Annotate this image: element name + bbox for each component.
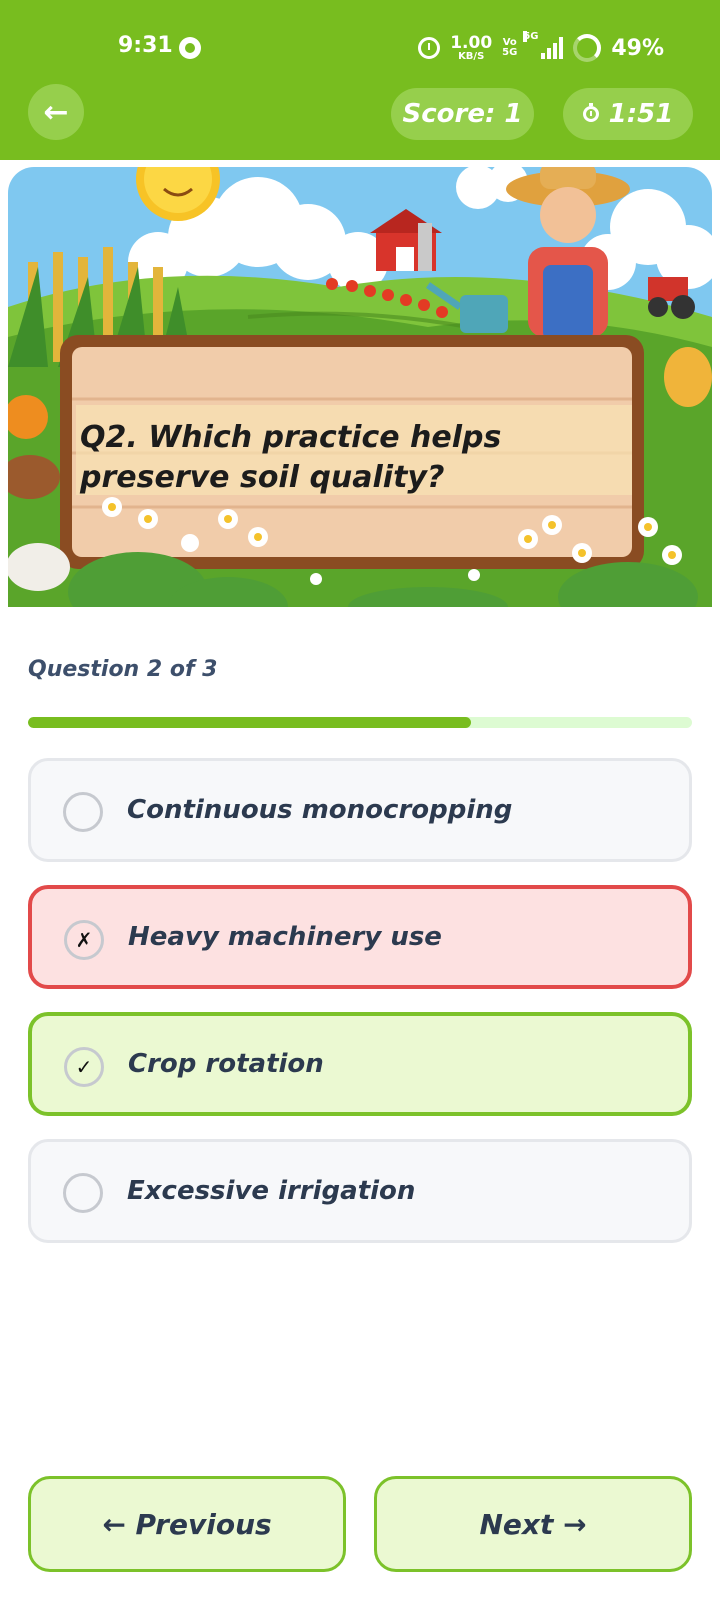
progress-fill — [28, 717, 471, 728]
question-banner-illustration — [8, 167, 712, 607]
status-icons: 1.00 KB/S Vo 5G 5G 49% — [418, 30, 664, 66]
network-speed: 1.00 KB/S — [450, 32, 493, 62]
answer-label: Continuous monocropping — [127, 795, 513, 825]
radio-unselected-icon — [63, 1173, 103, 1213]
question-text: Q2. Which practice helps preserve soil q… — [80, 420, 502, 495]
answer-label: Crop rotation — [128, 1049, 324, 1079]
answer-option-1[interactable]: Continuous monocropping — [28, 758, 692, 862]
answer-option-2[interactable]: ✗ Heavy machinery use — [28, 885, 692, 989]
timer-value: 1:51 — [608, 99, 674, 129]
timer-badge: 1:51 — [563, 88, 693, 140]
previous-button[interactable]: ← Previous — [28, 1476, 346, 1572]
score-badge: Score: 1 — [391, 88, 534, 140]
alarm-icon — [418, 37, 441, 59]
app-header: 9:31 1.00 KB/S Vo 5G 5G 49% ← Score: 1 1:… — [0, 0, 720, 160]
back-arrow-icon: ← — [43, 94, 69, 130]
cross-icon: ✗ — [64, 920, 104, 960]
stopwatch-icon — [582, 103, 599, 122]
status-time: 9:31 — [118, 33, 173, 58]
next-button[interactable]: Next → — [374, 1476, 692, 1572]
answer-option-3[interactable]: ✓ Crop rotation — [28, 1012, 692, 1116]
volte-indicator: Vo 5G — [502, 37, 518, 58]
battery-icon — [573, 34, 602, 62]
battery-level: 49% — [611, 35, 664, 61]
progress-label: Question 2 of 3 — [28, 657, 218, 682]
back-button[interactable]: ← — [28, 84, 84, 140]
progress-bar — [28, 717, 692, 728]
notification-icon — [179, 37, 201, 59]
answer-option-4[interactable]: Excessive irrigation — [28, 1139, 692, 1243]
check-icon: ✓ — [64, 1047, 104, 1087]
radio-unselected-icon — [63, 792, 103, 832]
answer-label: Excessive irrigation — [127, 1176, 416, 1206]
answer-label: Heavy machinery use — [128, 922, 442, 952]
signal-icon: 5G — [523, 31, 564, 59]
